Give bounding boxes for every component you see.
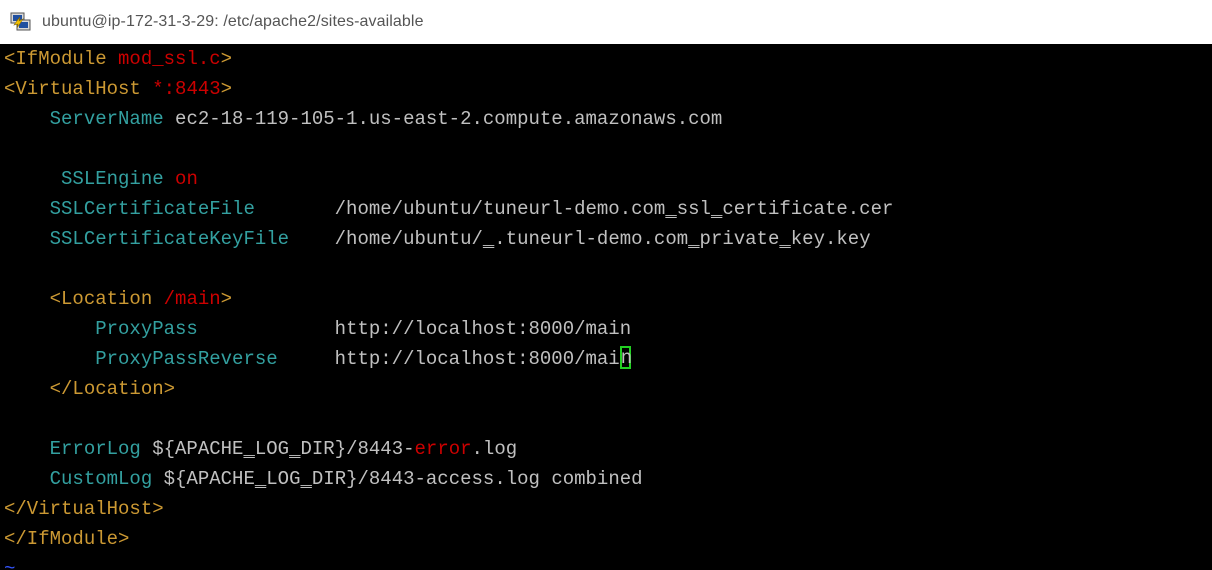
terminal-text: ProxyPass	[4, 318, 198, 340]
terminal-text: >	[220, 48, 233, 70]
terminal-text: ProxyPassReverse	[4, 348, 278, 370]
terminal-text: certificate.cer	[722, 198, 894, 220]
terminal-line: <Location /main>	[4, 284, 232, 314]
terminal-text: private	[699, 228, 780, 250]
window-titlebar[interactable]: ubuntu@ip-172-31-3-29: /etc/apache2/site…	[0, 0, 1212, 44]
terminal-text: SSLEngine	[4, 168, 164, 190]
terminal-line: </IfModule>	[4, 524, 129, 554]
terminal-text: DIR}/8443-access.log combined	[311, 468, 643, 490]
terminal-text: LOG	[266, 468, 301, 490]
terminal-text: >	[220, 288, 233, 310]
terminal-text: _	[482, 228, 495, 250]
terminal-text: _	[710, 198, 723, 220]
terminal-text: _	[688, 228, 700, 250]
terminal-line: SSLCertificateFile /home/ubuntu/tuneurl-…	[4, 194, 894, 224]
window-title: ubuntu@ip-172-31-3-29: /etc/apache2/site…	[42, 13, 424, 30]
terminal-text: http://localhost:8000/main	[197, 318, 632, 340]
terminal-text: /main	[163, 288, 221, 310]
terminal-text: LOG	[254, 438, 290, 460]
terminal-text: _	[254, 468, 267, 490]
putty-icon[interactable]	[10, 11, 32, 33]
terminal-line: ProxyPassReverse http://localhost:8000/m…	[4, 344, 632, 374]
terminal-text: key.key	[790, 228, 871, 250]
terminal-text: ServerName	[4, 108, 164, 130]
terminal-text: *:8443	[152, 78, 221, 100]
terminal-line: ServerName ec2-18-119-105-1.us-east-2.co…	[4, 104, 723, 134]
terminal-text: ErrorLog	[4, 438, 141, 460]
terminal-text: </Location>	[4, 378, 176, 400]
cursor-char: n	[620, 347, 633, 369]
terminal-text: SSLCertificateFile	[4, 198, 255, 220]
terminal-text: ${APACHE	[152, 468, 255, 490]
terminal-text: </VirtualHost>	[4, 498, 164, 520]
terminal-text: .tuneurl-demo.com	[494, 228, 689, 250]
terminal-text: on	[163, 168, 198, 190]
terminal-text: error	[414, 438, 472, 460]
terminal-text: .log	[471, 438, 518, 460]
terminal-line: </Location>	[4, 374, 175, 404]
terminal-text: _	[779, 228, 791, 250]
terminal-text: _	[300, 468, 312, 490]
terminal-line: SSLCertificateKeyFile /home/ubuntu/_.tun…	[4, 224, 871, 254]
terminal-text: mod_ssl.c	[118, 48, 221, 70]
terminal-text: <IfModule	[4, 48, 119, 70]
terminal-text: SSLCertificateKeyFile	[4, 228, 290, 250]
terminal-line: ProxyPass http://localhost:8000/main	[4, 314, 631, 344]
terminal-line: <IfModule mod_ssl.c>	[4, 44, 232, 74]
terminal-text: </IfModule>	[4, 528, 130, 550]
terminal-text: /home/ubuntu/	[289, 228, 483, 250]
terminal-text: ${APACHE	[140, 438, 244, 460]
terminal-screen[interactable]: <IfModule mod_ssl.c> <VirtualHost *:8443>…	[0, 44, 1212, 570]
terminal-line: CustomLog ${APACHE_LOG_DIR}/8443-access.…	[4, 464, 643, 494]
terminal-line: SSLEngine on	[4, 164, 198, 194]
text-cursor: n	[619, 346, 632, 369]
terminal-text: http://localhost:8000/mai	[277, 348, 620, 370]
terminal-line: <VirtualHost *:8443>	[4, 74, 232, 104]
terminal-text: ec2-18-119-105-1.us-east-2.compute.amazo…	[163, 108, 723, 130]
empty-line-marker: ~	[4, 558, 16, 570]
terminal-text: <VirtualHost	[4, 78, 153, 100]
terminal-text: _	[665, 198, 677, 220]
terminal-line: ErrorLog ${APACHE_LOG_DIR}/8443-error.lo…	[4, 434, 518, 464]
terminal-text: /home/ubuntu/tuneurl-demo.com	[254, 198, 666, 220]
terminal-line: ~	[4, 554, 15, 570]
terminal-text: ssl	[676, 198, 711, 220]
terminal-text: _	[243, 438, 255, 460]
terminal-text: _	[289, 438, 301, 460]
terminal-text: CustomLog	[4, 468, 153, 490]
terminal-line: </VirtualHost>	[4, 494, 164, 524]
terminal-text: >	[220, 78, 233, 100]
terminal-text: DIR}/8443-	[300, 438, 415, 460]
terminal-text: <Location	[4, 288, 164, 310]
